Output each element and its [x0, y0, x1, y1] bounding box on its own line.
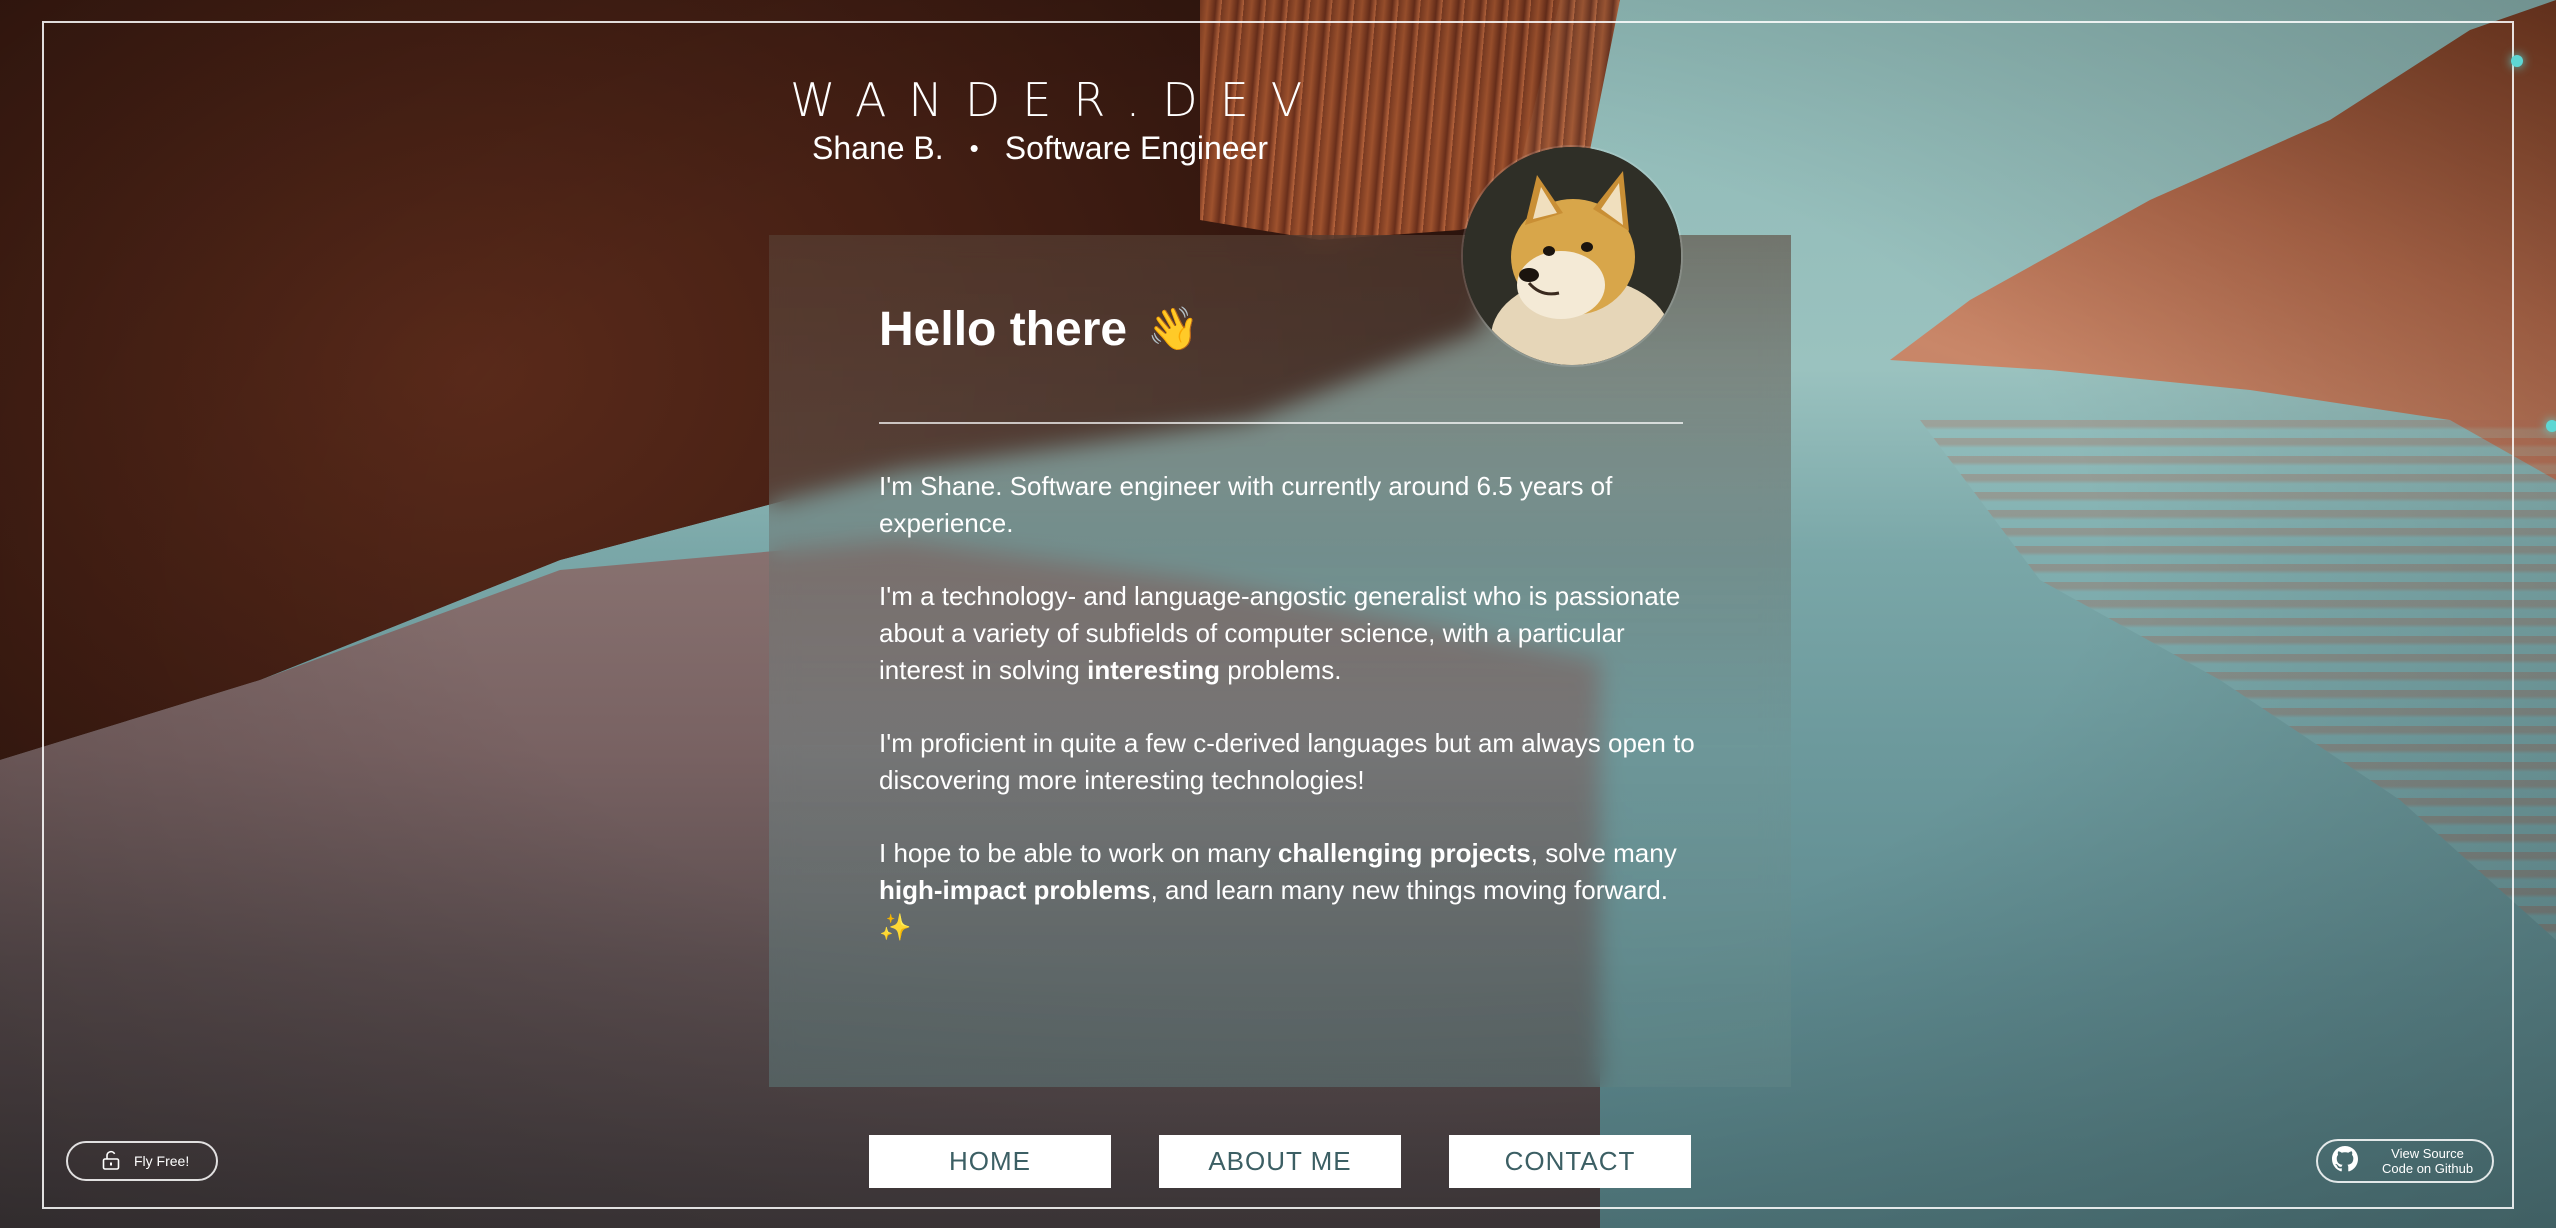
glow-dot — [2546, 420, 2556, 432]
bio-text-span: I'm Shane. Software engineer with curren… — [879, 471, 1613, 538]
card-title-text: Hello there — [879, 303, 1128, 356]
bio-text-span: I hope to be able to work on many — [879, 838, 1278, 868]
card-divider — [879, 422, 1683, 424]
sparkles-icon: ✨ — [879, 912, 912, 942]
github-label: View Source Code on Github — [2382, 1146, 2473, 1176]
bio-paragraph: I hope to be able to work on many challe… — [879, 835, 1699, 946]
fly-free-label: Fly Free! — [134, 1153, 190, 1169]
waving-hand-icon: 👋 — [1147, 305, 1200, 352]
doge-avatar-image — [1463, 147, 1681, 365]
site-subtitle: Shane B. • Software Engineer — [812, 130, 1268, 167]
bio-text-span: , solve many — [1530, 838, 1677, 868]
avatar — [1463, 147, 1681, 365]
github-label-line1: View Source — [2391, 1146, 2464, 1161]
bio-paragraph: I'm Shane. Software engineer with curren… — [879, 468, 1699, 542]
github-label-line2: Code on Github — [2382, 1161, 2474, 1176]
bio-text-span: problems. — [1220, 655, 1342, 685]
subtitle-separator: • — [969, 133, 979, 163]
unlock-icon — [102, 1150, 120, 1173]
github-source-button[interactable]: View Source Code on Github — [2316, 1139, 2494, 1183]
bio-text: I'm Shane. Software engineer with curren… — [879, 468, 1699, 982]
author-name: Shane B. — [812, 130, 944, 166]
author-role: Software Engineer — [1004, 130, 1269, 166]
nav-home-button[interactable]: HOME — [869, 1135, 1111, 1188]
main-nav: HOME ABOUT ME CONTACT — [869, 1135, 1691, 1188]
bio-text-span: I'm proficient in quite a few c-derived … — [879, 728, 1695, 795]
bio-bold-text: high-impact problems — [879, 875, 1151, 905]
glow-dot — [2511, 55, 2523, 67]
fly-free-button[interactable]: Fly Free! — [66, 1141, 218, 1181]
bio-bold-text: interesting — [1087, 655, 1221, 685]
bio-bold-text: challenging projects — [1277, 838, 1531, 868]
nav-contact-button[interactable]: CONTACT — [1449, 1135, 1691, 1188]
nav-about-button[interactable]: ABOUT ME — [1159, 1135, 1401, 1188]
bio-paragraph: I'm a technology- and language-angostic … — [879, 578, 1699, 689]
bio-paragraph: I'm proficient in quite a few c-derived … — [879, 725, 1699, 799]
site-brand: WANDER.DEV — [790, 73, 1325, 127]
bio-text-span: , and learn many new things moving forwa… — [1150, 875, 1668, 905]
github-icon — [2332, 1145, 2358, 1177]
card-title: Hello there 👋 — [879, 302, 1199, 357]
